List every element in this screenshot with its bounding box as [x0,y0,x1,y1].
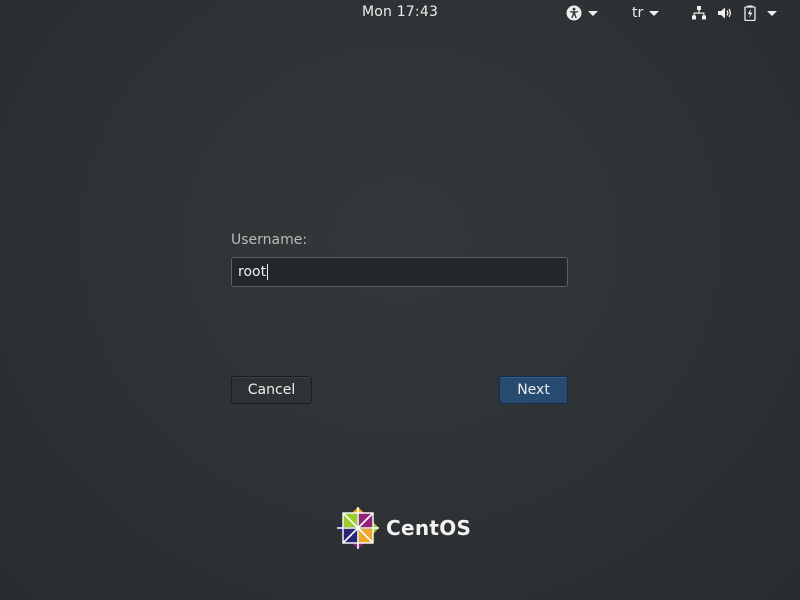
username-input[interactable]: root [231,257,568,287]
centos-logo-icon [337,507,379,549]
login-form: Username: root [231,232,568,287]
language-menu[interactable]: tr [632,2,660,24]
centos-wordmark: CentOS [386,516,472,540]
centos-logo: CentOS [336,506,471,550]
system-status-menu[interactable] [691,2,777,24]
volume-icon [718,7,731,19]
cancel-button[interactable]: Cancel [231,376,312,404]
chevron-down-icon [588,10,598,16]
top-bar: Mon 17:43 tr [0,0,800,26]
username-value: root [238,264,267,280]
text-cursor [267,264,269,280]
next-button[interactable]: Next [499,376,568,404]
network-icon [692,6,706,20]
chevron-down-icon [649,10,660,16]
language-indicator: tr [632,5,644,21]
accessibility-menu[interactable] [566,2,598,24]
clock[interactable]: Mon 17:43 [0,4,800,20]
battery-icon [744,5,756,21]
username-label: Username: [231,232,308,248]
accessibility-icon [566,5,582,21]
chevron-down-icon [767,10,777,16]
